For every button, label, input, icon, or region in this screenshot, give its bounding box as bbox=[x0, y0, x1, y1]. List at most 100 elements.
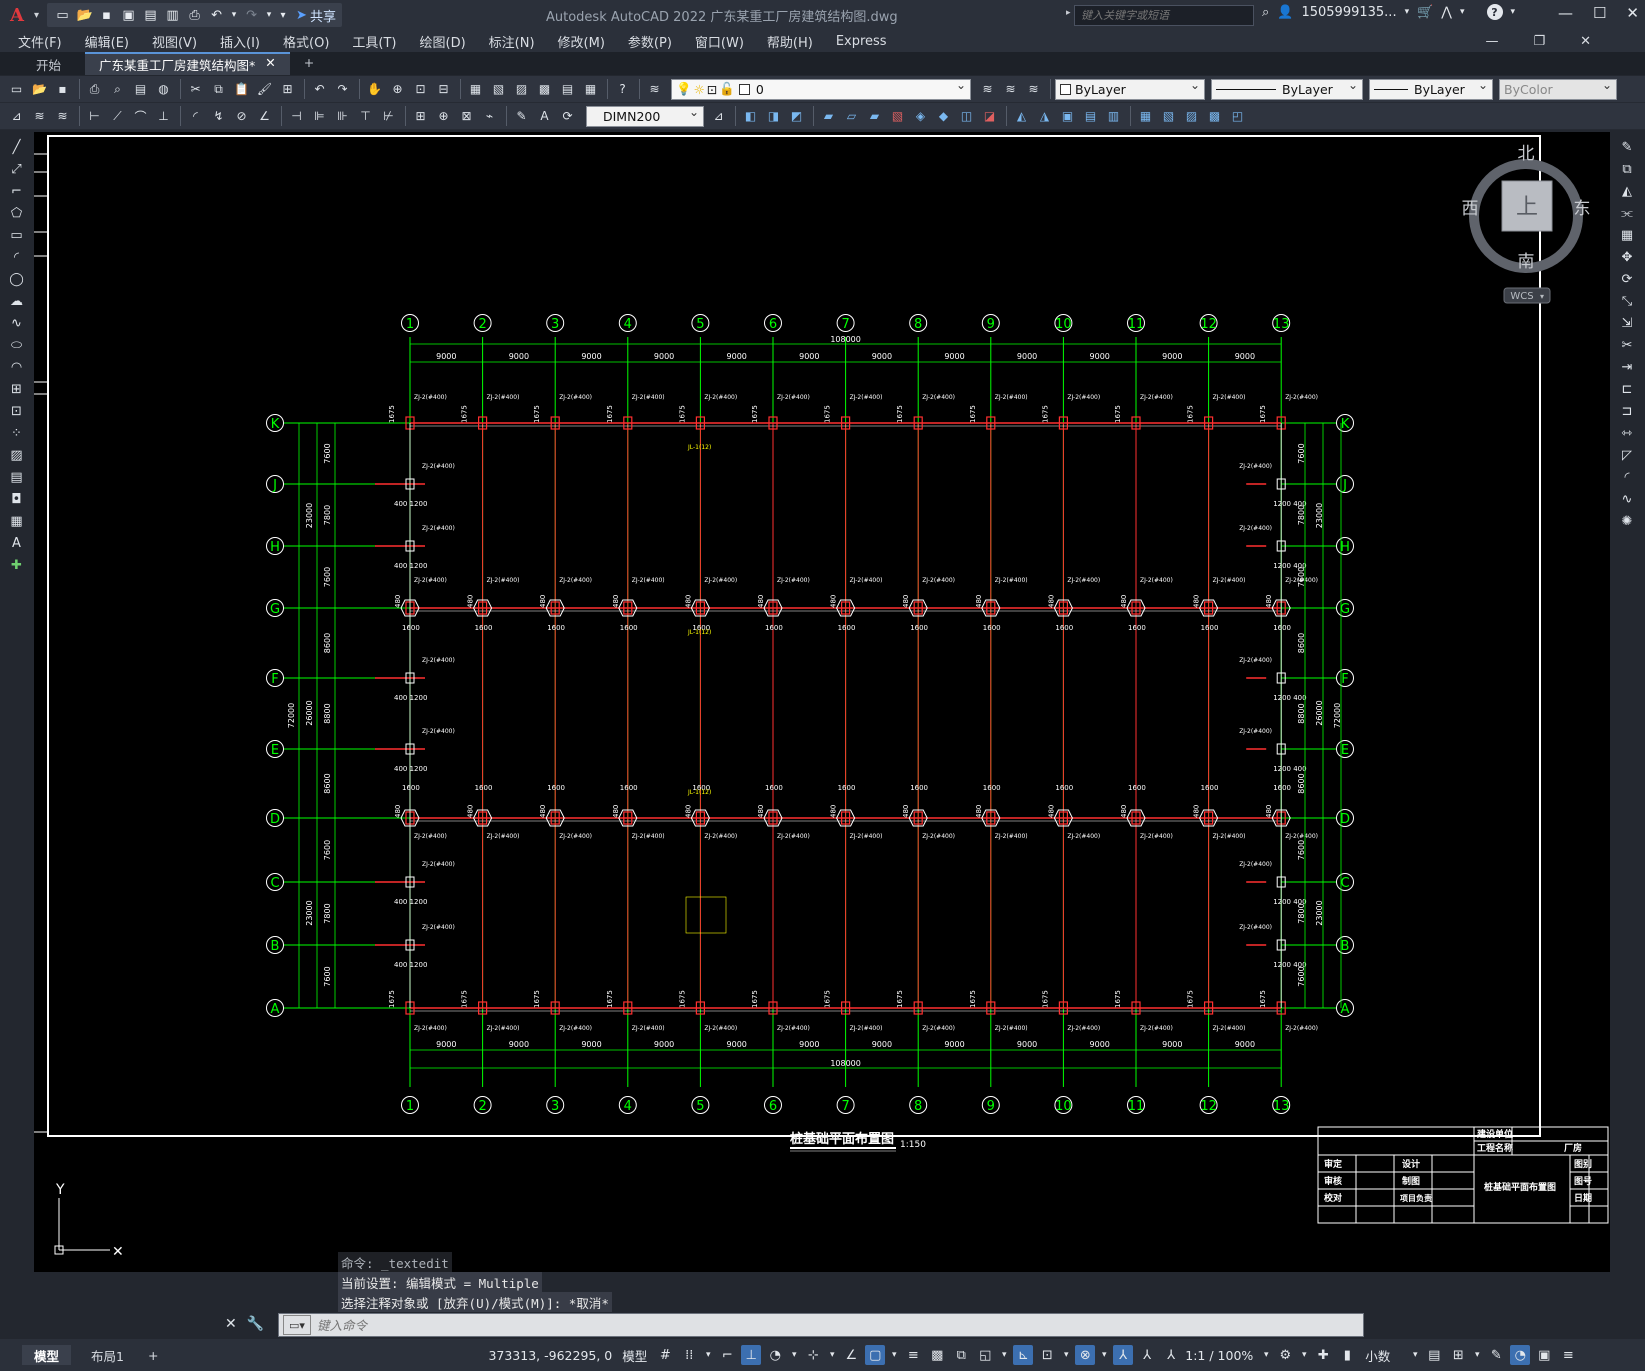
3d-osnap-dropdown-icon[interactable]: ▾ bbox=[999, 1345, 1009, 1365]
point-icon[interactable]: ⁘ bbox=[7, 426, 27, 445]
lock-ui-icon[interactable]: ⊞ bbox=[1448, 1345, 1468, 1365]
stretch-icon[interactable]: ⇲ bbox=[1617, 316, 1637, 335]
undo-icon[interactable]: ↶ bbox=[207, 6, 226, 25]
lineweight-icon[interactable]: ≡ bbox=[903, 1345, 923, 1365]
jogged-linear-icon[interactable]: ⌁ bbox=[479, 106, 500, 127]
compass-west[interactable]: 西 bbox=[1462, 199, 1479, 219]
erase-icon[interactable]: ✎ bbox=[1617, 140, 1637, 159]
tab-drawing[interactable]: 广东某重工厂房建筑结构图* ✕ bbox=[85, 52, 290, 75]
layer-match-icon[interactable]: ≋ bbox=[52, 106, 73, 127]
doc-minimize-icon[interactable]: — bbox=[1485, 34, 1498, 49]
3dprint-icon[interactable]: ◍ bbox=[153, 79, 174, 100]
snap-icon[interactable]: ⁞⁞ bbox=[679, 1345, 699, 1365]
units-value[interactable]: 小数 bbox=[1365, 1346, 1390, 1365]
menu-view[interactable]: 视图(V) bbox=[152, 32, 197, 51]
jogged-dimension-icon[interactable]: ↯ bbox=[208, 106, 229, 127]
diameter-dimension-icon[interactable]: ⊘ bbox=[231, 106, 252, 127]
layer-lock-icon[interactable]: 🔓 bbox=[719, 81, 735, 97]
layer-previous-icon[interactable]: ≋ bbox=[1000, 79, 1021, 100]
menu-express[interactable]: Express bbox=[836, 34, 887, 49]
ellipse-arc-icon[interactable]: ◠ bbox=[7, 360, 27, 379]
extrude-faces-icon[interactable]: ▰ bbox=[818, 106, 839, 127]
open-folder-icon[interactable]: 📂 bbox=[75, 6, 94, 25]
tab-add-layout[interactable]: + bbox=[136, 1345, 170, 1365]
dimension-edit-icon[interactable]: ✎ bbox=[511, 106, 532, 127]
save-icon[interactable]: ▪ bbox=[97, 6, 116, 25]
zoom-previous-icon[interactable]: ⊟ bbox=[433, 79, 454, 100]
mirror-icon[interactable]: ◭ bbox=[1617, 184, 1637, 203]
polyline-icon[interactable]: ⌐ bbox=[7, 184, 27, 203]
tool-palettes-icon[interactable]: ▨ bbox=[511, 79, 532, 100]
gradient-icon[interactable]: ▤ bbox=[7, 470, 27, 489]
dimension-break-icon[interactable]: ⊬ bbox=[378, 106, 399, 127]
explode-icon[interactable]: ✺ bbox=[1617, 514, 1637, 533]
annotation-scale-icon[interactable]: ⅄ bbox=[1161, 1345, 1181, 1365]
export-icon[interactable]: ▥ bbox=[163, 6, 182, 25]
scale-dropdown-icon[interactable]: ▾ bbox=[1261, 1345, 1271, 1365]
color-edges-icon[interactable]: ◮ bbox=[1034, 106, 1055, 127]
customization-icon[interactable]: ≡ bbox=[1558, 1345, 1578, 1365]
menu-file[interactable]: 文件(F) bbox=[18, 32, 62, 51]
layer-vp-freeze-icon[interactable]: ⊡ bbox=[707, 82, 717, 97]
autodesk-app-icon[interactable]: ⋀ bbox=[1441, 5, 1452, 20]
app-menu-chevron-icon[interactable]: ▾ bbox=[34, 10, 39, 21]
gizmo-icon[interactable]: ⊗ bbox=[1075, 1345, 1096, 1365]
color-dropdown[interactable]: ByLayer bbox=[1055, 78, 1205, 100]
dimension-text-edit-icon[interactable]: A bbox=[534, 106, 555, 127]
insert-block-icon[interactable]: ⊞ bbox=[7, 382, 27, 401]
make-block-icon[interactable]: ⊡ bbox=[7, 404, 27, 423]
annotation-monitor-icon[interactable]: ✚ bbox=[1313, 1345, 1333, 1365]
color-faces-icon[interactable]: ◪ bbox=[979, 106, 1000, 127]
linetype-dropdown[interactable]: ByLayer bbox=[1211, 78, 1363, 100]
user-name[interactable]: 1505999135... bbox=[1301, 5, 1396, 20]
offset-faces-icon[interactable]: ▰ bbox=[864, 106, 885, 127]
user-icon[interactable]: 👤 bbox=[1277, 5, 1293, 20]
undo-dropdown-icon[interactable]: ▾ bbox=[229, 6, 239, 25]
array-icon[interactable]: ▦ bbox=[1617, 228, 1637, 247]
region-icon[interactable]: ◘ bbox=[7, 492, 27, 511]
copy-faces-icon[interactable]: ◫ bbox=[956, 106, 977, 127]
rotate-faces-icon[interactable]: ◈ bbox=[910, 106, 931, 127]
subtract-icon[interactable]: ◨ bbox=[763, 106, 784, 127]
selection-filter-dropdown-icon[interactable]: ▾ bbox=[1061, 1345, 1071, 1365]
quick-properties-icon[interactable]: ▤ bbox=[1424, 1345, 1444, 1365]
move-icon[interactable]: ✥ bbox=[1617, 250, 1637, 269]
break-at-point-icon[interactable]: ⊏ bbox=[1617, 382, 1637, 401]
help-icon[interactable]: ? bbox=[1486, 4, 1503, 20]
zoom-realtime-icon[interactable]: ⊕ bbox=[387, 79, 408, 100]
coordinates-readout[interactable]: 373313, -962295, 0 bbox=[488, 1348, 612, 1363]
layer-dropdown[interactable]: 💡 ☼ ⊡ 🔓 0 bbox=[671, 78, 971, 100]
help-icon[interactable]: ? bbox=[612, 79, 633, 100]
multiline-text-icon[interactable]: A bbox=[7, 536, 27, 555]
chamfer-icon[interactable]: ◸ bbox=[1617, 448, 1637, 467]
layer-properties-icon[interactable]: ≋ bbox=[644, 79, 665, 100]
units-icon[interactable]: ▮ bbox=[1337, 1345, 1357, 1365]
dimstyle-manager-icon[interactable]: ⊿ bbox=[708, 106, 729, 127]
layer-icon[interactable]: ≋ bbox=[29, 106, 50, 127]
redo-icon[interactable]: ↷ bbox=[332, 79, 353, 100]
viewcube[interactable]: 上 北 南 东 西 WCS ▾ bbox=[1462, 144, 1591, 304]
menu-dimension[interactable]: 标注(N) bbox=[489, 32, 535, 51]
clean-icon[interactable]: ▤ bbox=[1080, 106, 1101, 127]
menu-edit[interactable]: 编辑(E) bbox=[85, 32, 129, 51]
command-customize-icon[interactable]: 🔧 bbox=[247, 1316, 264, 1332]
menu-format[interactable]: 格式(O) bbox=[283, 32, 329, 51]
tab-layout1[interactable]: 布局1 bbox=[79, 1345, 136, 1365]
copy-object-icon[interactable]: ⧉ bbox=[1617, 162, 1637, 181]
print-icon[interactable]: ⎙ bbox=[185, 6, 204, 25]
aligned-dimension-icon[interactable]: ⟋ bbox=[107, 106, 128, 127]
quick-dimension-icon[interactable]: ⊿ bbox=[6, 106, 27, 127]
object-snap-tracking-icon[interactable]: ∠ bbox=[841, 1345, 861, 1365]
autocad-logo-icon[interactable]: A bbox=[0, 0, 34, 30]
customize-qat-icon[interactable]: ▾ bbox=[277, 6, 289, 25]
cart-icon[interactable]: 🛒 bbox=[1417, 5, 1433, 20]
search-icon[interactable]: ⌕ bbox=[1262, 5, 1269, 20]
shell-icon[interactable]: ▦ bbox=[1135, 106, 1156, 127]
arc-length-icon[interactable]: ⌒ bbox=[130, 106, 151, 127]
plotstyle-dropdown[interactable]: ByColor bbox=[1499, 78, 1617, 100]
annotation-scale-value[interactable]: 1:1 / 100% bbox=[1185, 1348, 1253, 1363]
dimension-space-icon[interactable]: ⊤ bbox=[355, 106, 376, 127]
plot-icon[interactable]: ⎙ bbox=[84, 79, 105, 100]
inspection-icon[interactable]: ⊠ bbox=[456, 106, 477, 127]
properties-icon[interactable]: ▦ bbox=[465, 79, 486, 100]
